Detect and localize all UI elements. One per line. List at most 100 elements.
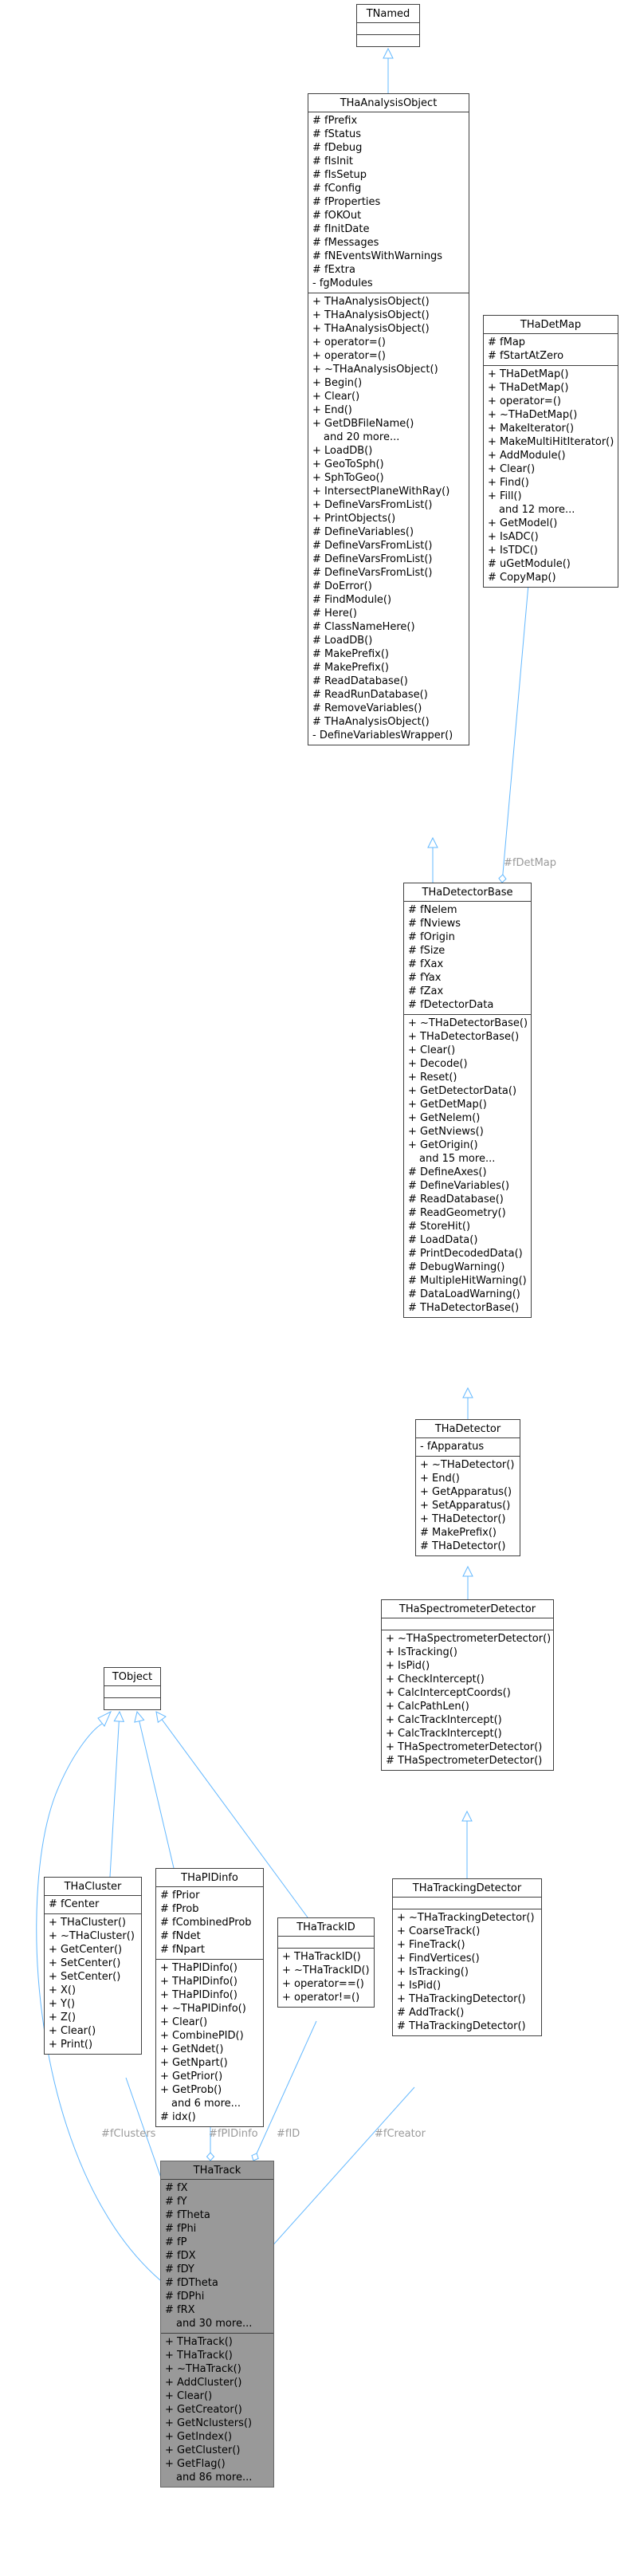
- usage-detmap-detectorbase-line: [502, 556, 532, 875]
- method-item: + Begin(): [312, 377, 363, 389]
- attributes-section: [382, 1618, 553, 1630]
- method-item: # DefineVarsFromList(): [312, 553, 433, 565]
- class-name: THaTrackingDetector: [393, 1879, 541, 1898]
- method-item: # DataLoadWarning(): [408, 1288, 520, 1300]
- class-name: THaAnalysisObject: [308, 94, 469, 112]
- methods-section: + ~THaDetectorBase() + THaDetectorBase() +…: [404, 1015, 531, 1317]
- attributes-section: # fNelem # fNviews # fOrigin # fSize # fXax #…: [404, 902, 531, 1015]
- method-item: + ~THaPIDinfo(): [160, 2003, 246, 2015]
- attribute-item: # fDTheta: [165, 2277, 218, 2289]
- method-item: + Decode(): [408, 1058, 468, 1070]
- method-item: + operator=(): [312, 336, 386, 348]
- attribute-item: # fInitDate: [312, 223, 370, 235]
- method-item: + Reset(): [408, 1072, 457, 1083]
- method-item: # THaDetector(): [420, 1540, 506, 1552]
- method-item: + IsTracking(): [386, 1646, 457, 1658]
- methods-section: + THaDetMap() + THaDetMap() + operator=() +…: [484, 366, 618, 587]
- method-item: + AddModule(): [488, 450, 566, 462]
- methods-section: [357, 35, 419, 46]
- methods-section: + THaTrack() + THaTrack() + ~THaTrack() + A…: [161, 2334, 273, 2487]
- method-item: + THaDetMap(): [488, 382, 569, 394]
- class-thadetector[interactable]: THaDetector - fApparatus + ~THaDetector() +…: [415, 1419, 520, 1556]
- method-item: + ~THaDetectorBase(): [408, 1017, 528, 1029]
- attribute-item: # fNpart: [160, 1944, 205, 1956]
- method-item: # uGetModule(): [488, 558, 571, 570]
- method-item: # MakePrefix(): [312, 648, 389, 660]
- method-item: + Clear(): [160, 2016, 208, 2028]
- attribute-item: # fCenter: [49, 1898, 100, 1910]
- method-item: # LoadData(): [408, 1234, 478, 1246]
- method-item: + THaTrack(): [165, 2336, 233, 2348]
- inherit-detectorbase-analysisobject-arrow: [427, 836, 438, 848]
- usage-trackingdetector-track-line: [268, 2086, 415, 2251]
- attribute-item: # fNelem: [408, 904, 457, 916]
- method-item: # DoError(): [312, 580, 372, 592]
- method-item: # MakePrefix(): [312, 662, 389, 674]
- class-tobject[interactable]: TObject: [104, 1667, 161, 1710]
- inherit-trackid-tobject-arrow: [155, 1711, 167, 1724]
- class-name: THaCluster: [45, 1878, 141, 1896]
- method-item: + Find(): [488, 477, 529, 489]
- method-item: + GetNviews(): [408, 1126, 484, 1138]
- class-thacluster[interactable]: THaCluster # fCenter + THaCluster() + ~THaC…: [44, 1877, 142, 2055]
- method-item: + End(): [312, 404, 352, 416]
- attributes-section: [104, 1686, 160, 1698]
- method-item: + GetCenter(): [49, 1944, 123, 1956]
- method-item: + GetFlag(): [165, 2458, 226, 2470]
- attribute-item: # fPrior: [160, 1890, 200, 1902]
- method-item: + operator=(): [488, 395, 561, 407]
- method-item: + Clear(): [488, 463, 536, 475]
- attributes-section: # fPrefix # fStatus # fDebug # fIsInit # fIs…: [308, 112, 469, 293]
- method-item: + CalcInterceptCoords(): [386, 1687, 511, 1699]
- method-item: # ReadDatabase(): [408, 1194, 504, 1205]
- method-item: # LoadDB(): [312, 635, 373, 647]
- attribute-item: # fOKOut: [312, 210, 362, 222]
- attribute-item: # fSize: [408, 945, 446, 957]
- attribute-item: # fTheta: [165, 2209, 210, 2221]
- method-item: + THaTrackID(): [282, 1951, 361, 1963]
- attribute-item: # fMap: [488, 336, 526, 348]
- method-item: + PrintObjects(): [312, 513, 396, 525]
- class-thadetectorbase[interactable]: THaDetectorBase # fNelem # fNviews # fOrigi…: [403, 883, 532, 1318]
- method-item: - DefineVariablesWrapper(): [312, 730, 453, 741]
- attributes-section: # fCenter: [45, 1896, 141, 1914]
- attribute-item: # fX: [165, 2182, 188, 2194]
- more-members-note: and 30 more...: [176, 2318, 253, 2330]
- attribute-item: # fDetectorData: [408, 999, 494, 1011]
- method-item: + GetDBFileName(): [312, 418, 414, 430]
- attribute-item: # fIsSetup: [312, 169, 367, 181]
- class-thatrackingdetector[interactable]: THaTrackingDetector + ~THaTrackingDetecto…: [392, 1878, 542, 2036]
- class-thaanalysisobject[interactable]: THaAnalysisObject # fPrefix # fStatus # fDe…: [308, 93, 469, 745]
- method-item: + Fill(): [488, 490, 522, 502]
- method-item: + IsPid(): [386, 1660, 430, 1672]
- method-item: + ~THaDetMap(): [488, 409, 578, 421]
- attribute-item: # fStatus: [312, 128, 362, 140]
- class-thatrackid[interactable]: THaTrackID + THaTrackID() + ~THaTrackID() +…: [277, 1917, 375, 2008]
- class-thadetmap[interactable]: THaDetMap # fMap # fStartAtZero + THaDetMap…: [483, 315, 618, 588]
- attribute-item: # fProperties: [312, 196, 381, 208]
- class-name: THaTrack: [161, 2161, 273, 2180]
- inherit-spectrometer-detector-arrow: [462, 1565, 473, 1577]
- method-item: + THaDetector(): [420, 1513, 506, 1525]
- methods-section: + THaTrackID() + ~THaTrackID() + operator=…: [278, 1949, 374, 2007]
- method-item: + DefineVarsFromList(): [312, 499, 433, 511]
- class-thaspectrometerdetector[interactable]: THaSpectrometerDetector + ~THaSpectromete…: [381, 1599, 554, 1771]
- method-item: + Clear(): [49, 2025, 96, 2037]
- attribute-item: # fDPhi: [165, 2291, 205, 2303]
- class-thapidinfo[interactable]: THaPIDinfo # fPrior # fProb # fCombinedProb…: [155, 1868, 264, 2127]
- class-tnamed[interactable]: TNamed: [356, 4, 420, 47]
- edge-label-fclusters: #fClusters: [101, 2128, 156, 2140]
- methods-section: [104, 1698, 160, 1709]
- method-item: + GetProb(): [160, 2084, 222, 2096]
- method-item: + GetApparatus(): [420, 1486, 512, 1498]
- method-item: # Here(): [312, 608, 357, 619]
- method-item: + ~THaSpectrometerDetector(): [386, 1633, 552, 1645]
- method-item: + IsTracking(): [397, 1966, 469, 1978]
- method-item: # MakePrefix(): [420, 1527, 497, 1539]
- method-item: + CalcTrackIntercept(): [386, 1728, 502, 1740]
- method-item: + ~THaTrack(): [165, 2363, 241, 2375]
- attribute-item: # fExtra: [312, 264, 355, 276]
- class-thatrack[interactable]: THaTrack # fX # fY # fTheta # fPhi # fP # fDX #…: [160, 2161, 274, 2488]
- attribute-item: # fZax: [408, 985, 444, 997]
- attribute-item: # fYax: [408, 972, 442, 984]
